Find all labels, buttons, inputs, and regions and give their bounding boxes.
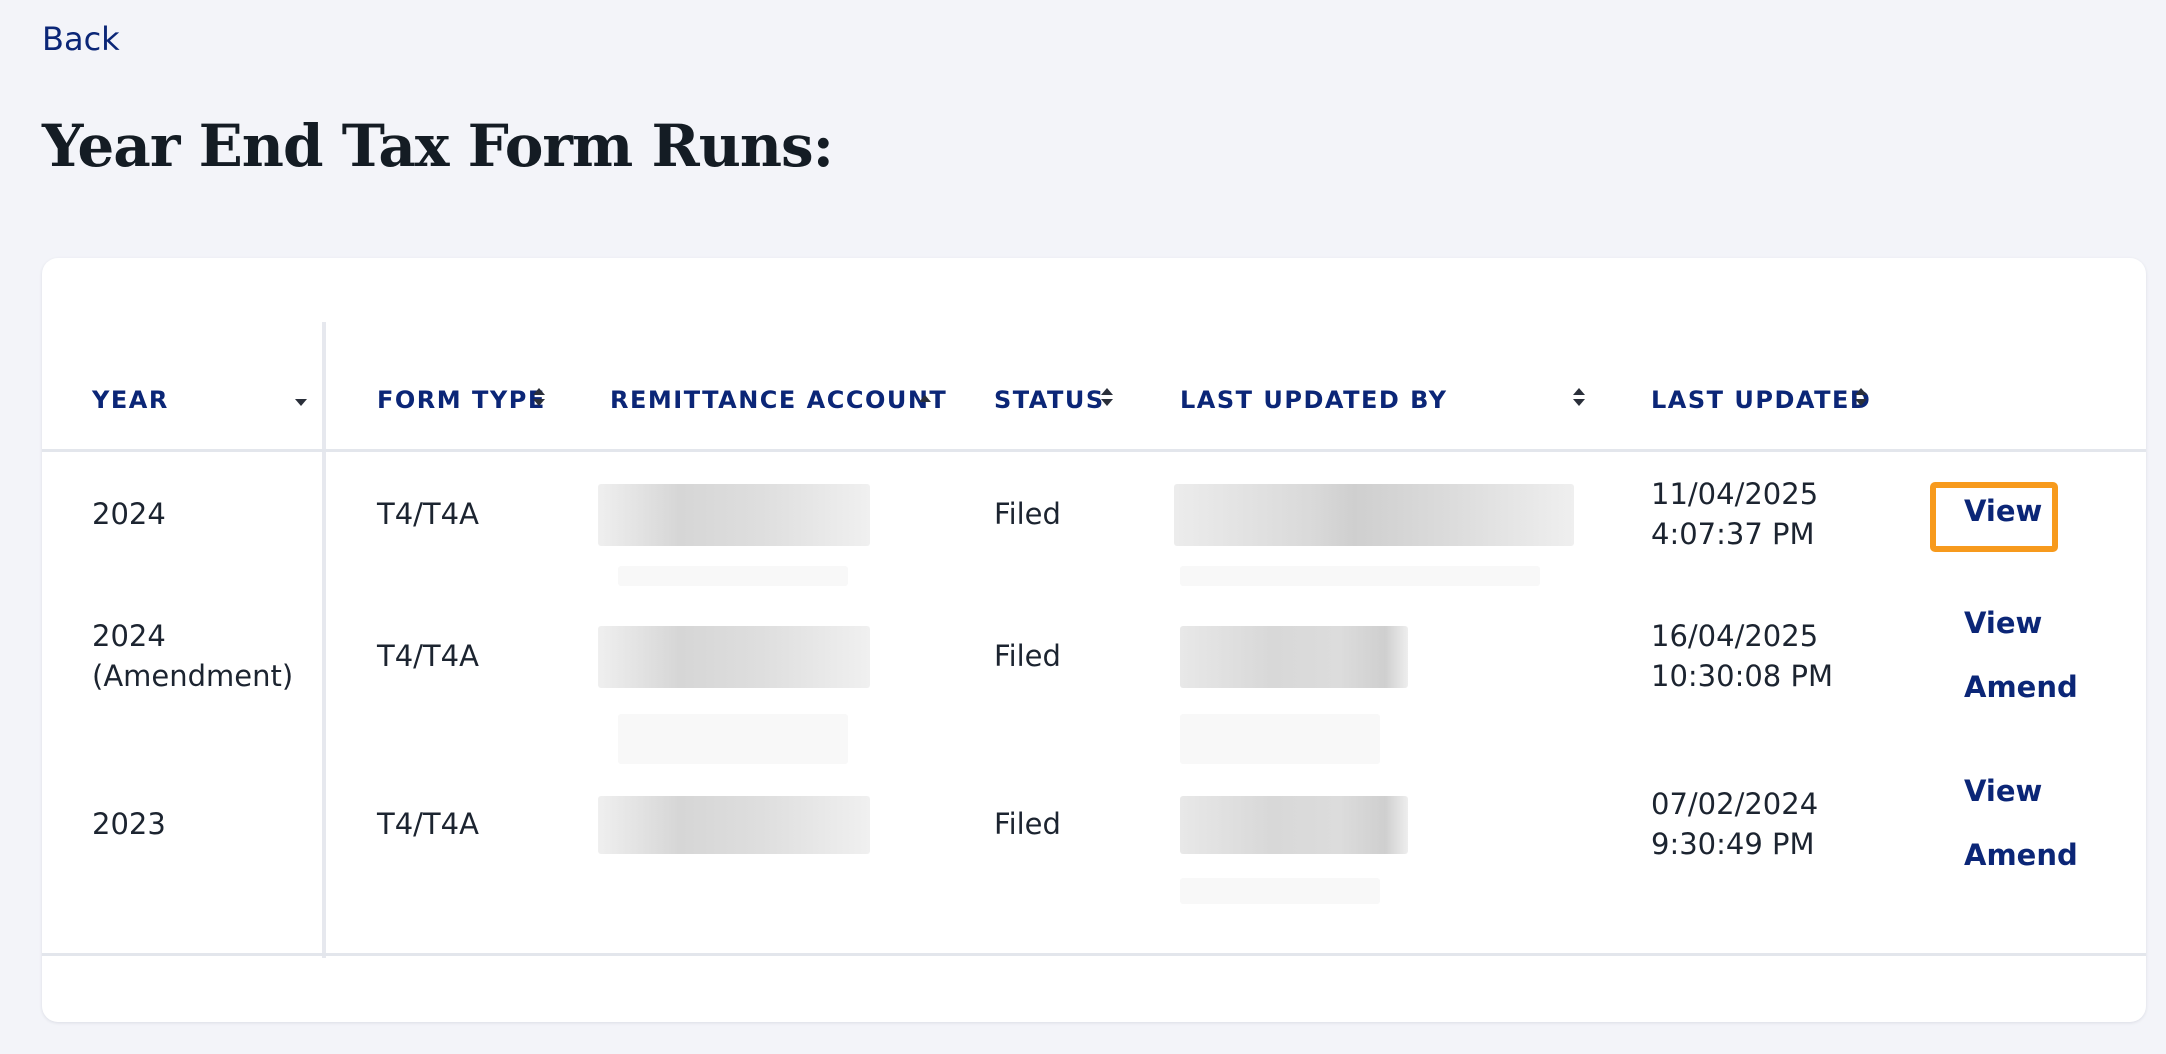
view-link[interactable]: View [1964, 774, 2042, 808]
sort-unsorted-icon[interactable] [532, 386, 546, 408]
page-title: Year End Tax Form Runs: [42, 112, 834, 180]
header-divider [42, 449, 2146, 452]
column-header-form-type[interactable]: FORM TYPE [377, 386, 546, 414]
table-bottom-divider [42, 953, 2146, 956]
form-type-cell: T4/T4A [377, 639, 479, 673]
last-updated-date: 16/04/2025 [1651, 619, 1819, 653]
amend-link[interactable]: Amend [1964, 838, 2078, 872]
view-link[interactable]: View [1964, 606, 2042, 640]
sort-unsorted-icon[interactable] [1572, 386, 1586, 408]
redacted-remittance-account [598, 484, 870, 546]
last-updated-time: 4:07:37 PM [1651, 517, 1815, 551]
view-link[interactable]: View [1964, 494, 2042, 528]
tax-form-runs-table: YEAR FORM TYPE REMITTANCE ACCOUNT STATUS… [42, 258, 2146, 1022]
redacted-remittance-account [598, 796, 870, 854]
column-divider [322, 322, 326, 958]
status-cell: Filed [994, 807, 1061, 841]
redacted-remittance-account [618, 714, 848, 764]
sort-unsorted-icon[interactable] [1854, 386, 1868, 408]
redacted-user-name [1180, 714, 1380, 764]
column-header-status[interactable]: STATUS [994, 386, 1105, 414]
last-updated-date: 07/02/2024 [1651, 787, 1819, 821]
status-cell: Filed [994, 639, 1061, 673]
sort-unsorted-icon[interactable] [1100, 386, 1114, 408]
column-header-remittance-account[interactable]: REMITTANCE ACCOUNT [610, 386, 947, 414]
sort-descending-icon[interactable] [294, 391, 308, 413]
year-cell: 2023 [92, 807, 166, 841]
redacted-remittance-account [598, 626, 870, 688]
column-header-year[interactable]: YEAR [92, 386, 169, 414]
column-header-last-updated-by[interactable]: LAST UPDATED BY [1180, 386, 1448, 414]
column-header-last-updated[interactable]: LAST UPDATED [1651, 386, 1871, 414]
sort-ascending-icon[interactable] [918, 389, 932, 411]
amend-link[interactable]: Amend [1964, 670, 2078, 704]
redacted-user-name [1174, 484, 1574, 546]
year-cell: 2024 [92, 497, 166, 531]
form-type-cell: T4/T4A [377, 497, 479, 531]
redacted-user-name [1180, 626, 1408, 688]
redacted-user-name [1180, 796, 1408, 854]
form-type-cell: T4/T4A [377, 807, 479, 841]
last-updated-date: 11/04/2025 [1651, 477, 1819, 511]
last-updated-time: 9:30:49 PM [1651, 827, 1815, 861]
status-cell: Filed [994, 497, 1061, 531]
back-link[interactable]: Back [42, 20, 120, 58]
redacted-user-name [1180, 566, 1540, 586]
last-updated-time: 10:30:08 PM [1651, 659, 1833, 693]
year-amendment-label: (Amendment) [92, 659, 294, 693]
year-cell: 2024 [92, 619, 166, 653]
redacted-user-name [1180, 878, 1380, 904]
redacted-remittance-account [618, 566, 848, 586]
